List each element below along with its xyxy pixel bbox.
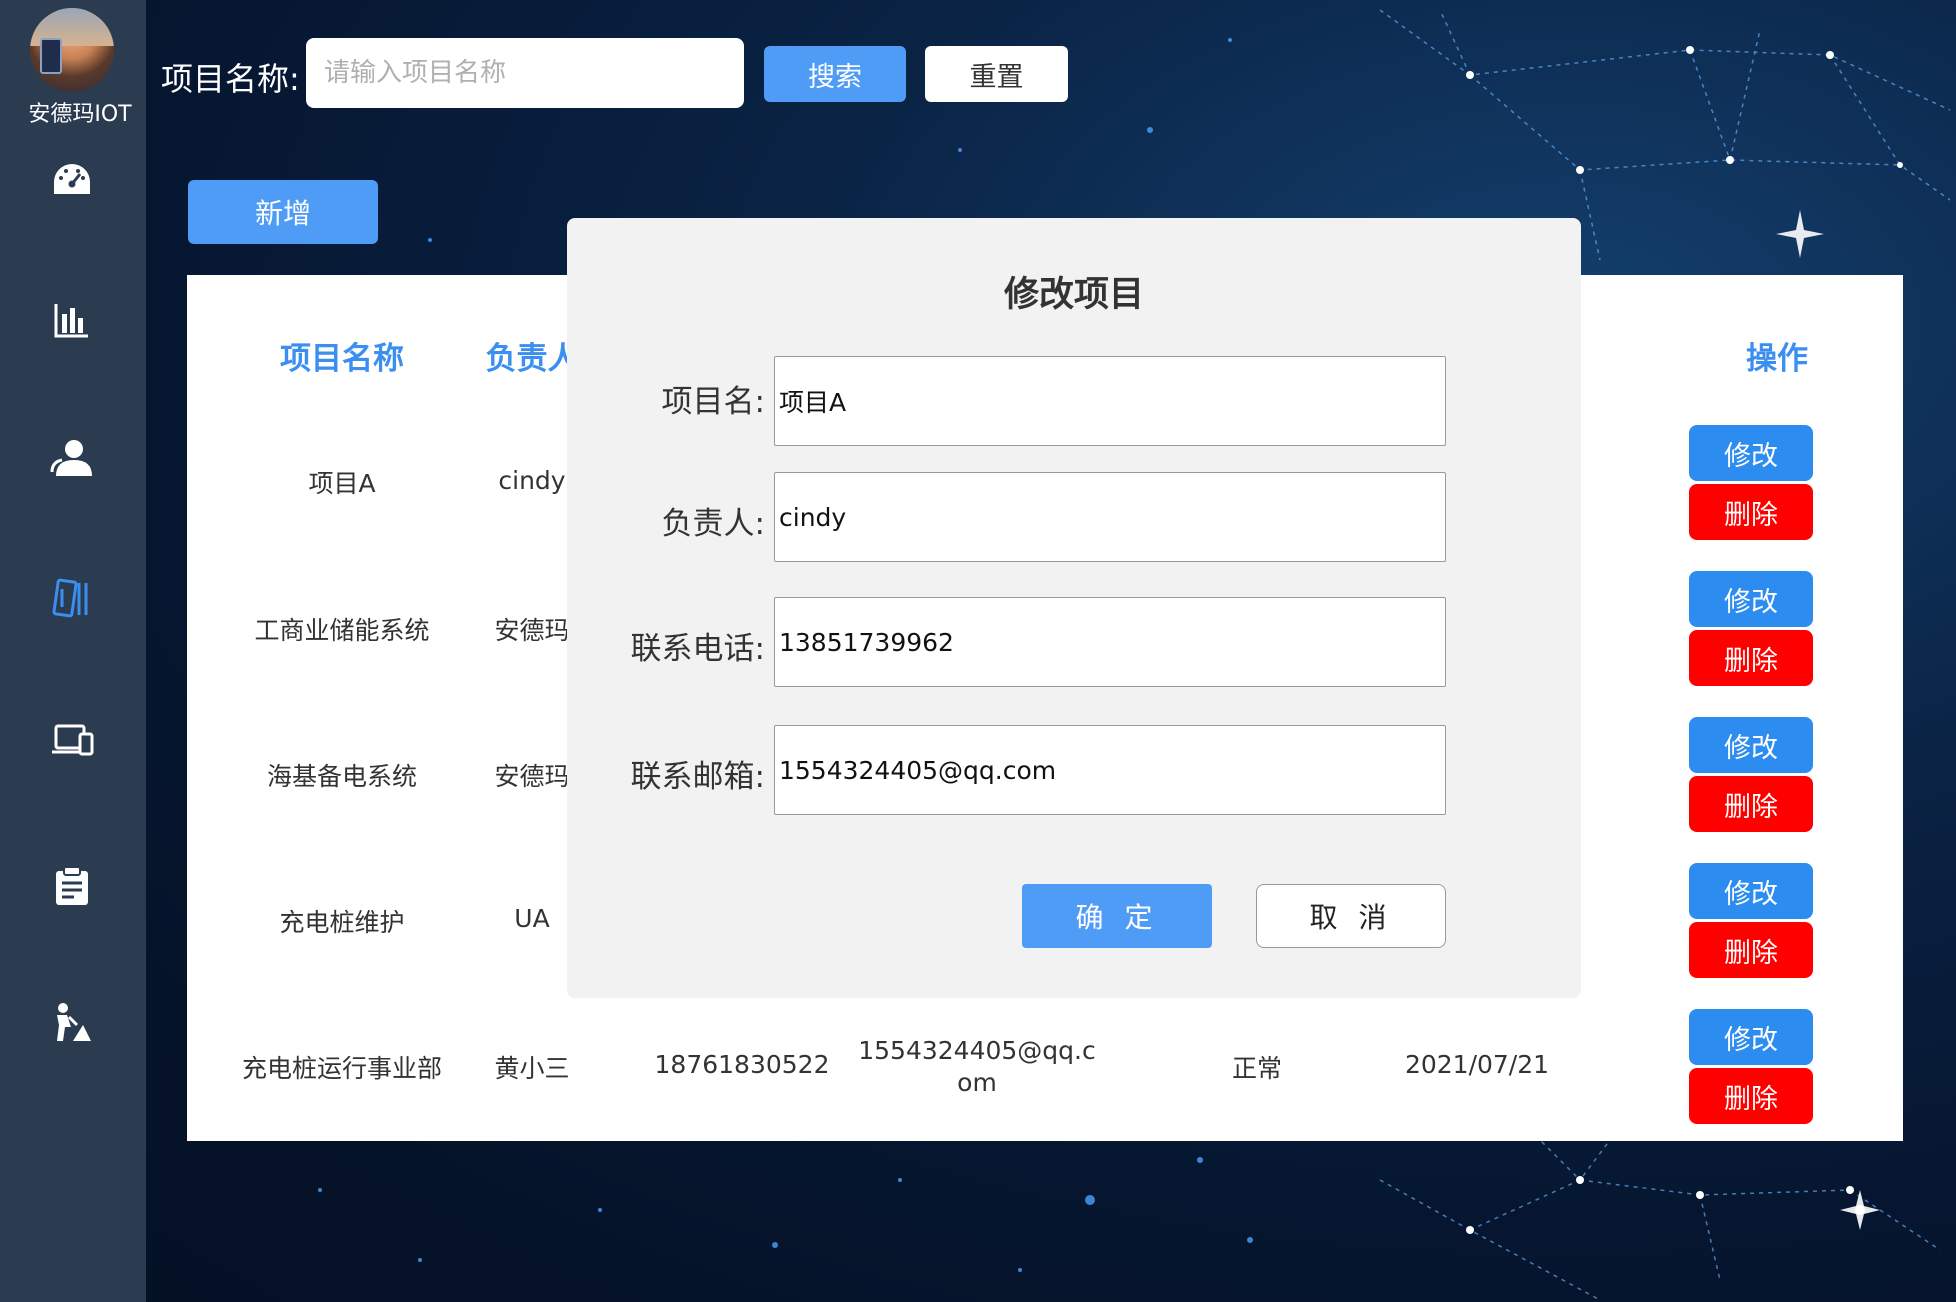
projects-icon[interactable] [48, 574, 96, 622]
edit-button[interactable]: 修改 [1689, 863, 1813, 919]
delete-button[interactable]: 删除 [1689, 630, 1813, 686]
search-button[interactable]: 搜索 [764, 46, 906, 102]
confirm-button[interactable]: 确 定 [1022, 884, 1212, 948]
sidebar: 安德玛IOT [0, 0, 146, 1302]
brand-name: 安德玛IOT [28, 102, 132, 127]
users-icon[interactable] [48, 434, 96, 482]
add-button[interactable]: 新增 [188, 180, 378, 244]
edit-button[interactable]: 修改 [1689, 425, 1813, 481]
edit-button[interactable]: 修改 [1689, 571, 1813, 627]
cell-owner: 黄小三 [494, 1054, 570, 1083]
search-label: 项目名称: [161, 60, 300, 98]
dashboard-icon[interactable] [48, 156, 96, 204]
cell-phone: 18761830522 [654, 1050, 830, 1079]
maintenance-icon[interactable] [48, 998, 96, 1046]
reset-button[interactable]: 重置 [925, 46, 1068, 102]
delete-button[interactable]: 删除 [1689, 1068, 1813, 1124]
cell-email: 1554324405@qq.com [858, 1036, 1096, 1097]
clipboard-icon[interactable] [48, 862, 96, 910]
delete-button[interactable]: 删除 [1689, 484, 1813, 540]
email-field[interactable] [774, 725, 1446, 815]
edit-project-dialog: 修改项目 项目名: 负责人: 联系电话: 联系邮箱: 确 定 取 消 [567, 218, 1581, 998]
email-field-label: 联系邮箱: [630, 759, 765, 795]
dialog-title: 修改项目 [1003, 275, 1144, 315]
delete-button[interactable]: 删除 [1689, 776, 1813, 832]
edit-button[interactable]: 修改 [1689, 717, 1813, 773]
owner-field-label: 负责人: [661, 506, 765, 542]
phone-field[interactable] [774, 597, 1446, 687]
search-input[interactable] [306, 38, 744, 108]
delete-button[interactable]: 删除 [1689, 922, 1813, 978]
edit-button[interactable]: 修改 [1689, 1009, 1813, 1065]
phone-field-label: 联系电话: [630, 631, 765, 667]
owner-field[interactable] [774, 472, 1446, 562]
cancel-button[interactable]: 取 消 [1256, 884, 1446, 948]
bar-chart-icon[interactable] [48, 296, 96, 344]
cell-status: 正常 [1231, 1054, 1282, 1083]
column-header-actions: 操作 [1746, 341, 1808, 377]
cell-date: 2021/07/21 [1404, 1050, 1550, 1079]
name-field-label: 项目名: [661, 384, 765, 420]
devices-icon[interactable] [48, 716, 96, 764]
avatar[interactable] [30, 8, 114, 92]
name-field[interactable] [774, 356, 1446, 446]
